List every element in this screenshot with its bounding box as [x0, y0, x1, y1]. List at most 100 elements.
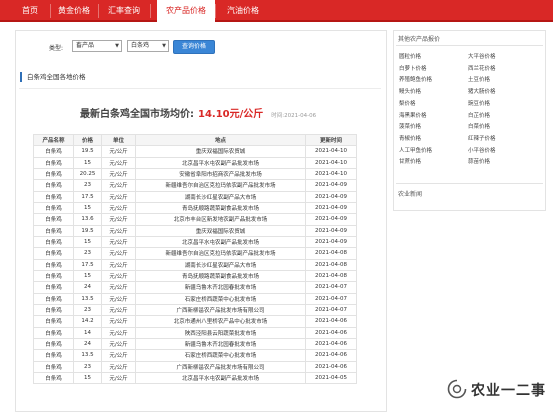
- cell-unit: 元/公斤: [101, 303, 136, 317]
- cell-price: 15: [73, 201, 102, 215]
- cell-location: 广西新柳邕农产品批发市场有限公司: [135, 360, 306, 373]
- header-unit: 单位: [101, 133, 136, 147]
- table-row: 白条鸡 13.6 元/公斤 北京市丰台区新发地农副产品批发市场 2021-04-09: [33, 213, 357, 226]
- cell-update-time: 2021-04-06: [305, 315, 357, 328]
- product-select[interactable]: 白条鸡 ▼: [127, 40, 169, 52]
- cell-update-time: 2021-04-06: [305, 360, 357, 373]
- cell-product-name: 白条鸡: [33, 167, 74, 181]
- nav-item-gold-price[interactable]: 黄金价格: [50, 0, 98, 22]
- cell-location: 新疆维吾尔自治区克拉玛依农副产品批发市场: [135, 247, 306, 260]
- nav-item-home[interactable]: 首页: [10, 0, 50, 22]
- top-nav-bar: 首页 黄金价格 汇率查询 农产品价格 汽油价格: [0, 0, 553, 22]
- cell-unit: 元/公斤: [101, 337, 136, 351]
- cell-price: 14: [73, 326, 102, 339]
- cell-price: 13.5: [73, 292, 102, 305]
- cell-price: 13.6: [73, 213, 102, 226]
- cell-price: 19.5: [73, 145, 102, 158]
- cell-price: 15: [73, 371, 102, 385]
- cell-location: 北京市通州八里桥农产品中心批发市场: [135, 315, 306, 328]
- cell-price: 24: [73, 337, 102, 351]
- sidebar-product-link[interactable]: 红辣子价格: [468, 134, 496, 142]
- chevron-down-icon: ▼: [162, 43, 166, 49]
- nav-item-exchange-rate[interactable]: 汇率查询: [98, 0, 150, 22]
- headline-time: 时间:2021-04-06: [271, 113, 317, 119]
- cell-update-time: 2021-04-10: [305, 145, 357, 158]
- category-select[interactable]: 畜产品 ▼: [72, 40, 122, 52]
- sidebar-product-link[interactable]: 养殖鲍鱼价格: [399, 75, 432, 83]
- cell-price: 20.25: [73, 167, 102, 181]
- cell-location: 青岛抚顺路蔬菜副食品批发市场: [135, 269, 306, 283]
- sidebar-product-link[interactable]: 土豆价格: [468, 75, 490, 83]
- cell-update-time: 2021-04-05: [305, 371, 357, 385]
- cell-product-name: 白条鸡: [33, 156, 74, 169]
- cell-unit: 元/公斤: [101, 247, 136, 260]
- cell-location: 广西新柳邕农产品批发市场有限公司: [135, 303, 306, 317]
- cell-product-name: 白条鸡: [33, 303, 74, 317]
- cell-location: 石家庄桥西蔬菜中心批发市场: [135, 349, 306, 362]
- table-row: 白条鸡 15 元/公斤 青岛抚顺路蔬菜副食品批发市场 2021-04-09: [33, 201, 357, 215]
- sidebar-product-link[interactable]: 小平谷价格: [468, 146, 496, 154]
- sidebar-product-link[interactable]: 大平谷价格: [468, 52, 496, 60]
- nav-item-farm-product-price[interactable]: 农产品价格: [157, 0, 215, 22]
- sidebar-product-link[interactable]: 梨价格: [399, 99, 416, 107]
- cell-location: 新疆维吾尔自治区克拉玛依农副产品批发市场: [135, 179, 306, 192]
- table-row: 白条鸡 15 元/公斤 北京昌平水屯农副产品批发市场 2021-04-05: [33, 371, 357, 385]
- header-location: 地点: [135, 133, 306, 147]
- cell-location: 湖南长沙红星农副产品大市场: [135, 258, 306, 271]
- sidebar-product-link[interactable]: 鳗头价格: [399, 87, 421, 95]
- sidebar-product-link[interactable]: 白萝卜价格: [399, 64, 427, 72]
- sidebar-product-link[interactable]: 菠菜价格: [399, 122, 421, 130]
- cell-unit: 元/公斤: [101, 315, 136, 328]
- table-row: 白条鸡 19.5 元/公斤 重庆双福国际农贸城 2021-04-10: [33, 145, 357, 158]
- sidebar-product-link[interactable]: 白芷价格: [468, 111, 490, 119]
- cell-product-name: 白条鸡: [33, 326, 74, 339]
- cell-price: 19.5: [73, 224, 102, 237]
- cell-unit: 元/公斤: [101, 190, 136, 203]
- cell-update-time: 2021-04-07: [305, 281, 357, 294]
- sidebar-product-link[interactable]: 海黑果价格: [399, 111, 427, 119]
- cell-price: 24: [73, 281, 102, 294]
- cell-location: 青岛抚顺路蔬菜副食品批发市场: [135, 201, 306, 215]
- cell-location: 北京昌平水屯农副产品批发市场: [135, 235, 306, 249]
- cell-product-name: 白条鸡: [33, 224, 74, 237]
- sidebar-divider: [396, 183, 543, 184]
- table-row: 白条鸡 14.2 元/公斤 北京市通州八里桥农产品中心批发市场 2021-04-06: [33, 315, 357, 328]
- cell-location: 新疆乌鲁木齐北园春批发市场: [135, 281, 306, 294]
- sidebar-product-link[interactable]: 豌豆价格: [468, 99, 490, 107]
- cell-price: 17.5: [73, 190, 102, 203]
- sidebar-product-link[interactable]: 甘蔗价格: [399, 157, 421, 165]
- watermark-text: 农业一二事: [471, 383, 546, 399]
- cell-unit: 元/公斤: [101, 167, 136, 181]
- query-price-button[interactable]: 查询价格: [173, 40, 215, 54]
- cell-location: 石家庄桥西蔬菜中心批发市场: [135, 292, 306, 305]
- cell-unit: 元/公斤: [101, 145, 136, 158]
- cell-product-name: 白条鸡: [33, 337, 74, 351]
- cell-update-time: 2021-04-09: [305, 235, 357, 249]
- sidebar-product-link[interactable]: 白菜价格: [468, 122, 490, 130]
- table-row: 白条鸡 23 元/公斤 新疆维吾尔自治区克拉玛依农副产品批发市场 2021-04-09: [33, 179, 357, 192]
- cell-location: 安徽省阜阳市招商农产品批发市场: [135, 167, 306, 181]
- sidebar-product-link[interactable]: 圆粒价格: [399, 52, 421, 60]
- table-row: 白条鸡 13.5 元/公斤 石家庄桥西蔬菜中心批发市场 2021-04-07: [33, 292, 357, 305]
- table-row: 白条鸡 15 元/公斤 北京昌平水屯农副产品批发市场 2021-04-09: [33, 235, 357, 249]
- cell-price: 13.5: [73, 349, 102, 362]
- cell-location: 湖南长沙红星农副产品大市场: [135, 190, 306, 203]
- sidebar-product-link[interactable]: 蒜苗价格: [468, 157, 490, 165]
- cell-unit: 元/公斤: [101, 258, 136, 271]
- cell-price: 23: [73, 360, 102, 373]
- cell-product-name: 白条鸡: [33, 371, 74, 385]
- cell-location: 重庆双福国际农贸城: [135, 224, 306, 237]
- sidebar-product-link[interactable]: 猪大肠价格: [468, 87, 496, 95]
- cell-price: 14.2: [73, 315, 102, 328]
- sidebar-product-link[interactable]: 人工甲鱼价格: [399, 146, 432, 154]
- sidebar-product-link[interactable]: 青椒价格: [399, 134, 421, 142]
- average-price-value: 14.10元/公斤: [198, 109, 264, 120]
- cell-product-name: 白条鸡: [33, 190, 74, 203]
- sidebar-product-link[interactable]: 西兰花价格: [468, 64, 496, 72]
- sidebar-news-title[interactable]: 农业新闻: [398, 189, 422, 198]
- cell-unit: 元/公斤: [101, 213, 136, 226]
- cell-product-name: 白条鸡: [33, 360, 74, 373]
- nav-item-gasoline-price[interactable]: 汽油价格: [217, 0, 269, 22]
- cell-update-time: 2021-04-09: [305, 201, 357, 215]
- cell-update-time: 2021-04-08: [305, 247, 357, 260]
